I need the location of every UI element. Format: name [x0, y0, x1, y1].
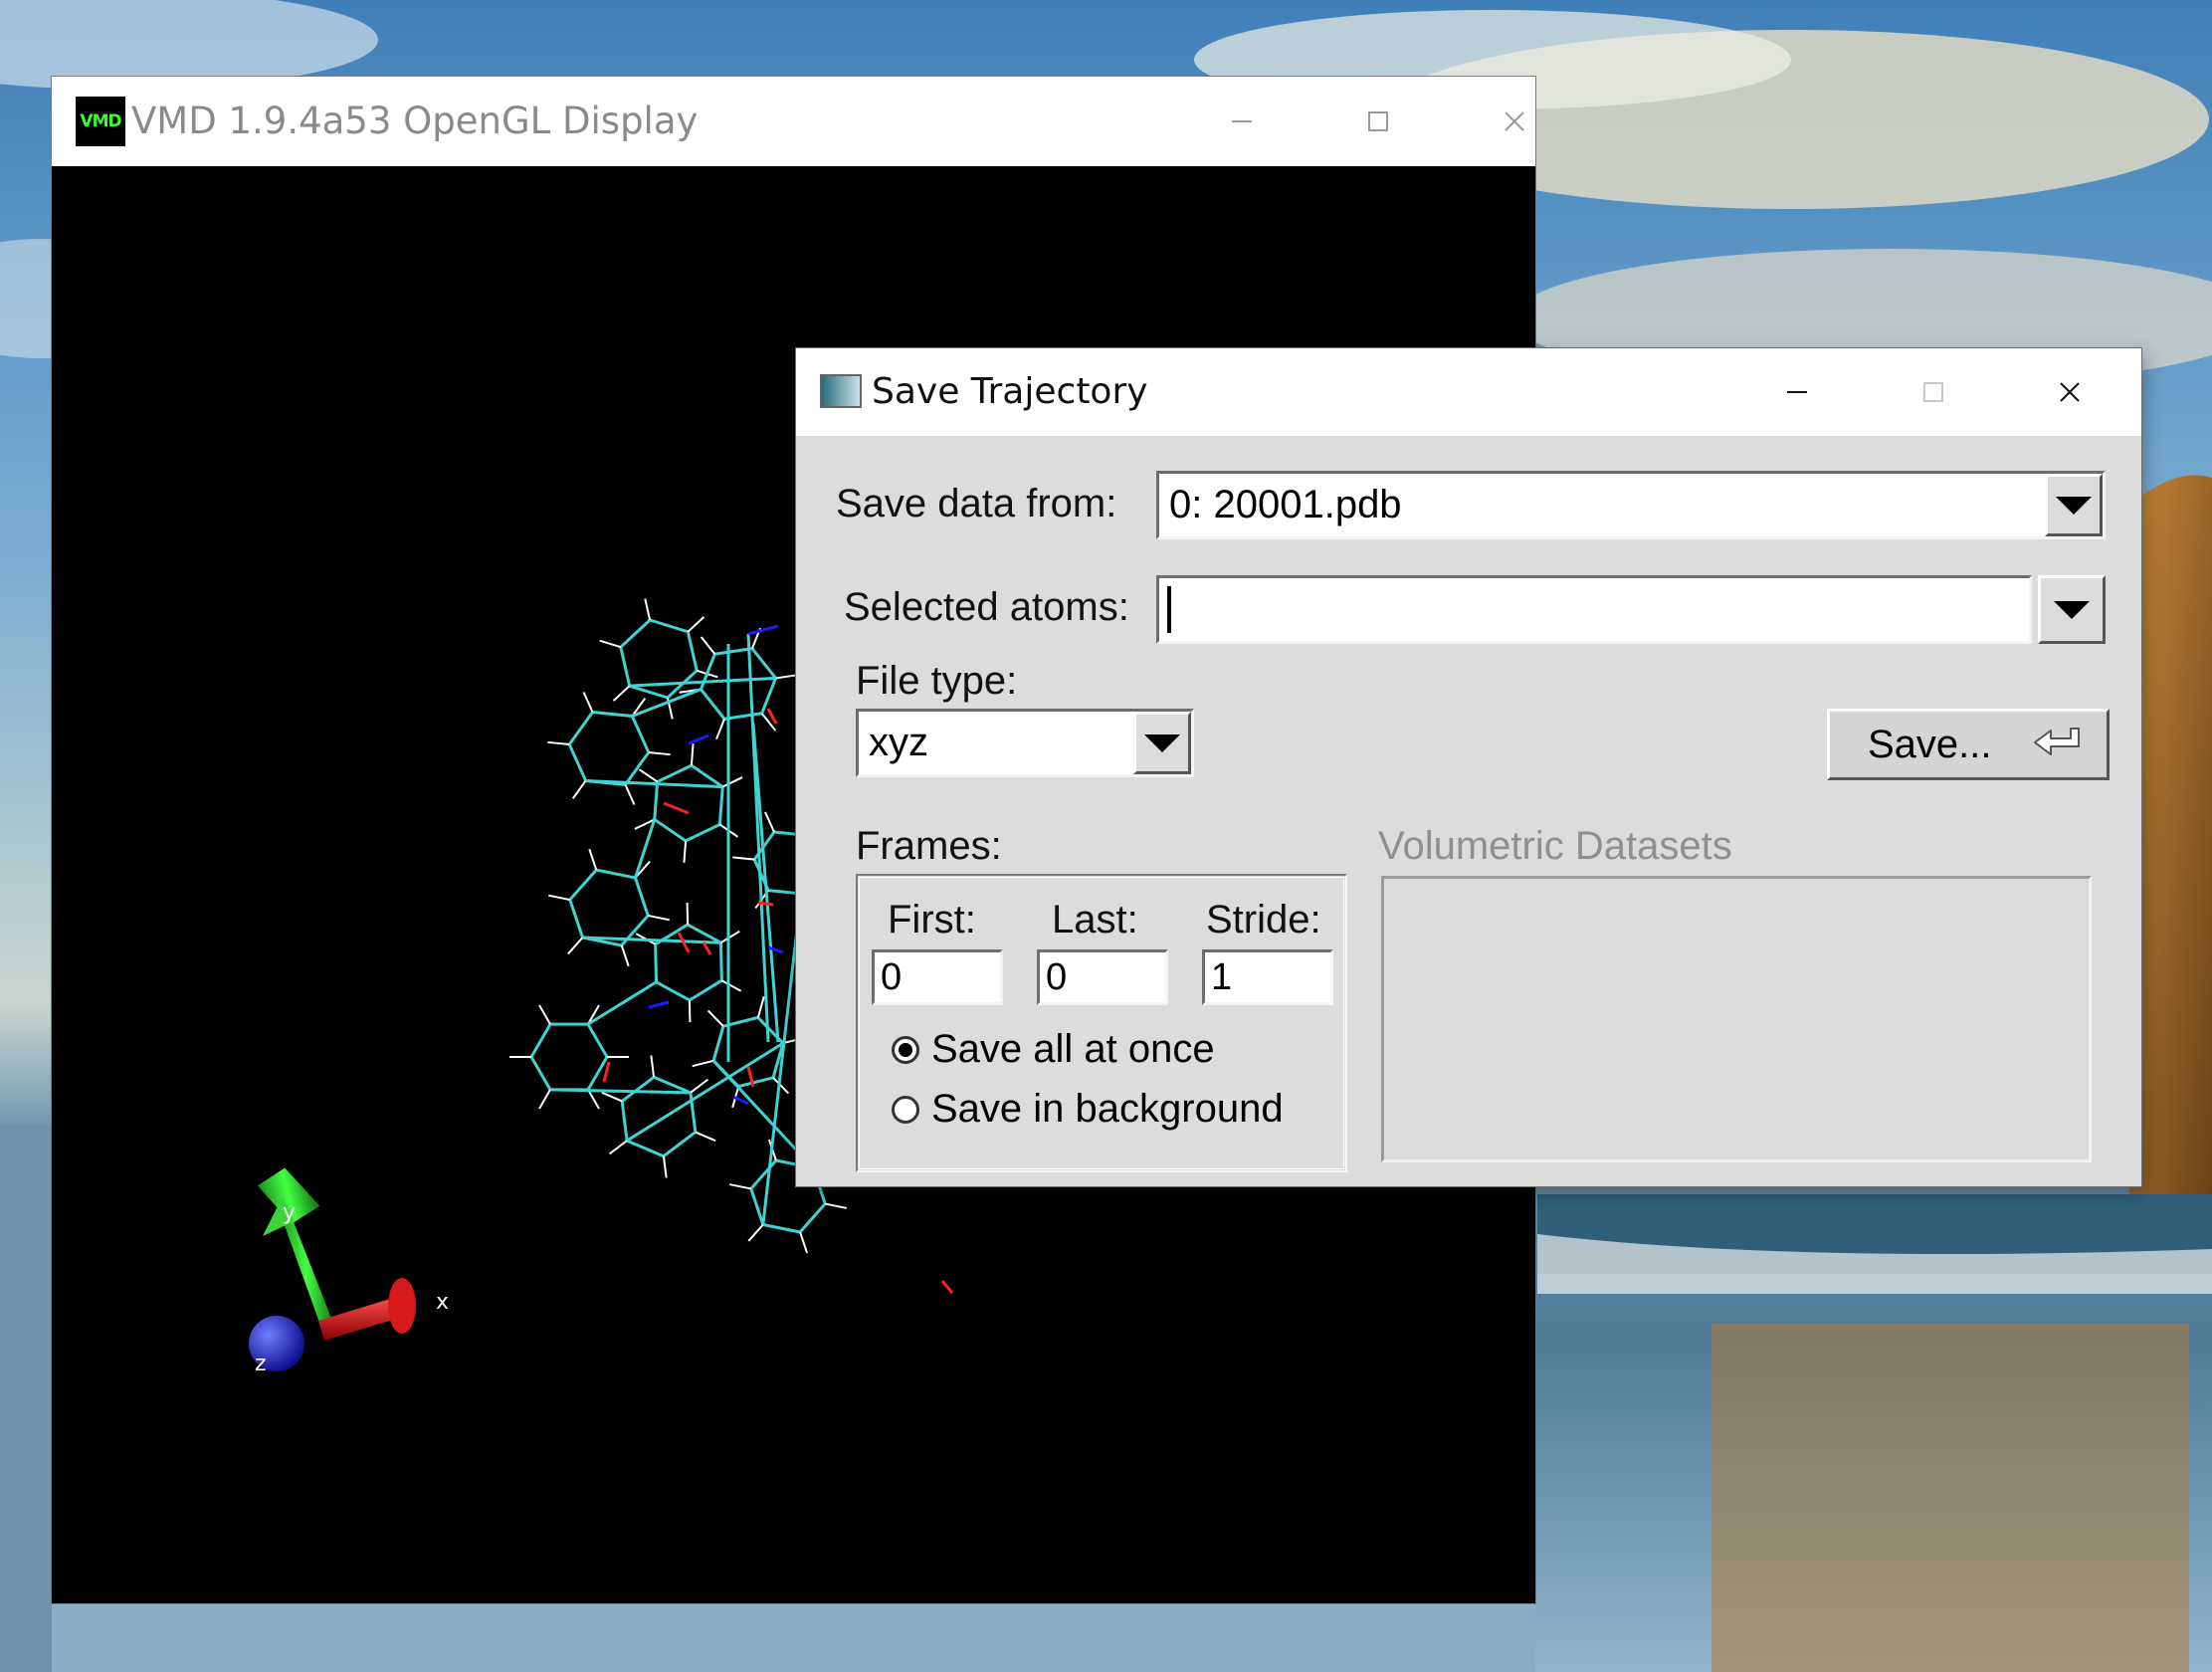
axis-x-label: x	[436, 1290, 449, 1315]
dialog-close-button[interactable]	[2005, 348, 2134, 436]
close-icon	[2060, 382, 2080, 402]
save-all-at-once-label: Save all at once	[931, 1027, 1215, 1071]
enter-key-icon	[2034, 728, 2080, 755]
y-axis-arrow	[257, 1167, 334, 1331]
maximize-button[interactable]	[1313, 77, 1443, 166]
save-data-from-value: 0: 20001.pdb	[1169, 483, 1402, 526]
save-trajectory-dialog[interactable]: Save Trajectory Save data from: 0: 20001…	[796, 348, 2141, 1186]
save-all-at-once-option[interactable]: Save all at once	[892, 1027, 1215, 1072]
save-data-from-label: Save data from:	[836, 482, 1117, 525]
save-button-label: Save...	[1868, 723, 1992, 766]
last-label: Last:	[1052, 898, 1138, 941]
save-button[interactable]: Save...	[1827, 709, 2110, 780]
save-data-from-dropdown-button[interactable]	[2045, 474, 2103, 536]
axis-z-label: z	[255, 1352, 267, 1376]
file-type-value: xyz	[869, 721, 928, 764]
dialog-titlebar[interactable]: Save Trajectory	[796, 348, 2141, 436]
selected-atoms-label: Selected atoms:	[844, 585, 1129, 629]
chevron-down-icon	[2054, 600, 2090, 619]
chevron-down-icon	[2056, 496, 2092, 515]
selected-atoms-input[interactable]	[1156, 575, 2032, 644]
maximize-icon	[1923, 382, 1943, 402]
frames-group: First: Last: Stride: 0 0 1 Save all at o…	[856, 874, 1347, 1172]
first-frame-input[interactable]: 0	[872, 949, 1003, 1005]
close-icon	[1505, 111, 1524, 131]
vmd-app-icon: VMD	[76, 97, 125, 146]
axis-y-label: y	[283, 1200, 296, 1225]
stride-input[interactable]: 1	[1202, 949, 1333, 1005]
dialog-maximize-button	[1869, 348, 1998, 436]
file-type-label: File type:	[856, 659, 1018, 703]
dialog-title: Save Trajectory	[872, 371, 1148, 412]
vmd-app-icon-text: VMD	[80, 111, 121, 131]
dialog-app-icon	[820, 374, 862, 408]
file-type-select[interactable]: xyz	[856, 709, 1194, 777]
selected-atoms-dropdown-button[interactable]	[2038, 575, 2106, 644]
vmd-window-title: VMD 1.9.4a53 OpenGL Display	[131, 100, 699, 142]
minimize-button[interactable]	[1177, 77, 1307, 166]
first-label: First:	[888, 898, 976, 941]
radio-unselected-icon	[892, 1095, 919, 1124]
minimize-icon	[1787, 391, 1807, 393]
stride-label: Stride:	[1206, 898, 1321, 941]
last-frame-input[interactable]: 0	[1037, 949, 1168, 1005]
minimize-icon	[1232, 120, 1252, 122]
x-axis-arrow	[318, 1278, 416, 1341]
dialog-minimize-button[interactable]	[1732, 348, 1862, 436]
volumetric-datasets-list[interactable]	[1381, 876, 2092, 1162]
vmd-titlebar[interactable]: VMD VMD 1.9.4a53 OpenGL Display	[52, 77, 1535, 166]
chevron-down-icon	[1144, 733, 1180, 752]
close-button[interactable]	[1450, 77, 1579, 166]
frames-label: Frames:	[856, 824, 1002, 868]
text-cursor	[1167, 586, 1171, 633]
maximize-icon	[1368, 111, 1388, 131]
save-in-background-option[interactable]: Save in background	[892, 1087, 1284, 1132]
volumetric-datasets-label: Volumetric Datasets	[1378, 824, 1732, 868]
radio-selected-icon	[892, 1035, 919, 1064]
file-type-dropdown-button[interactable]	[1133, 712, 1191, 774]
save-data-from-select[interactable]: 0: 20001.pdb	[1156, 471, 2106, 539]
save-in-background-label: Save in background	[931, 1087, 1284, 1131]
